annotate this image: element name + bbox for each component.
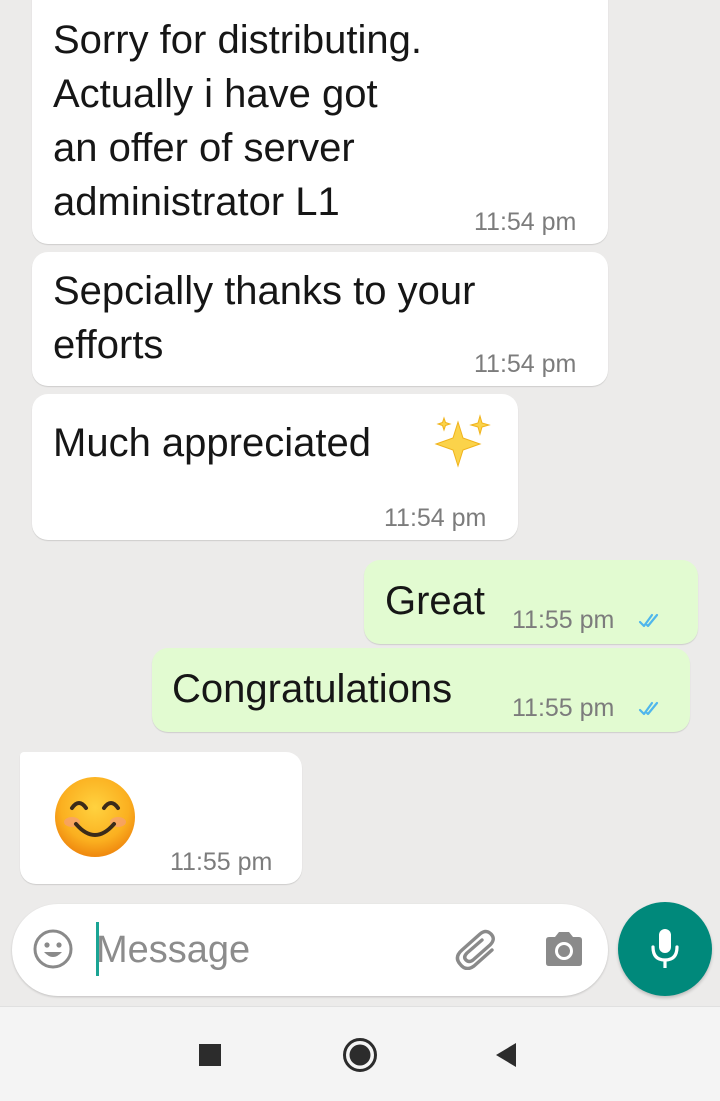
message-time: 11:55 pm <box>512 694 615 722</box>
sparkles-emoji <box>434 414 491 468</box>
recents-square-icon[interactable] <box>198 1043 222 1067</box>
message-time: 11:54 pm <box>474 208 577 236</box>
message-text: Much appreciated <box>53 421 371 465</box>
message-bubble-incoming[interactable]: Sorry for distributing. Actually i have … <box>32 0 608 244</box>
smiling-face-emoji <box>55 777 135 857</box>
message-bubble-outgoing[interactable]: Great 11:55 pm <box>364 560 698 644</box>
back-triangle-icon[interactable] <box>494 1041 518 1069</box>
attach-icon[interactable] <box>452 926 500 970</box>
message-bubble-incoming[interactable]: Much appreciated 11:54 pm <box>32 394 518 540</box>
message-bubble-incoming[interactable]: 11:55 pm <box>20 752 302 884</box>
message-bubble-outgoing[interactable]: Congratulations 11:55 pm <box>152 648 690 732</box>
message-input[interactable]: Message <box>96 904 250 996</box>
message-text: Sorry for distributing. Actually i have … <box>53 18 423 224</box>
system-navigation-bar <box>0 1006 720 1101</box>
message-text: Sepcially thanks to your efforts <box>53 269 476 367</box>
mic-icon <box>651 929 679 968</box>
message-time: 11:55 pm <box>170 848 273 876</box>
message-time: 11:55 pm <box>512 606 615 634</box>
message-time: 11:54 pm <box>474 350 577 378</box>
message-time: 11:54 pm <box>384 504 487 532</box>
message-text: Congratulations <box>172 667 453 711</box>
read-ticks-icon <box>638 701 659 716</box>
chat-area[interactable]: Sorry for distributing. Actually i have … <box>0 0 720 900</box>
home-circle-icon[interactable] <box>342 1037 378 1073</box>
emoji-icon[interactable] <box>32 928 74 970</box>
camera-icon[interactable] <box>542 930 586 968</box>
read-ticks-icon <box>638 613 659 628</box>
voice-record-button[interactable] <box>618 902 712 996</box>
message-text: Great <box>385 579 486 623</box>
message-bubble-incoming[interactable]: Sepcially thanks to your efforts 11:54 p… <box>32 252 608 386</box>
